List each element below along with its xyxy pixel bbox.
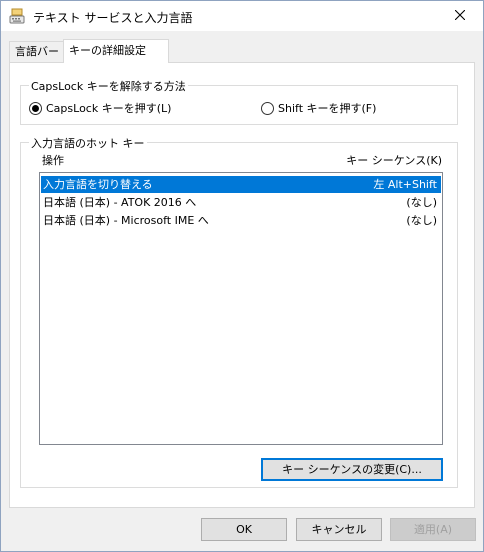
window-title: テキスト サービスと入力言語: [33, 11, 193, 25]
radio-checked-icon: [29, 101, 42, 115]
list-item[interactable]: 日本語 (日本) - Microsoft IME へ (なし): [41, 212, 441, 229]
tab-advanced-key-settings[interactable]: キーの詳細設定: [63, 39, 169, 63]
tab-panel: CapsLock キーを解除する方法 CapsLock キーを押す(L) Shi…: [9, 62, 475, 508]
list-item[interactable]: 入力言語を切り替える 左 Alt+Shift: [41, 176, 441, 193]
list-item-keys: (なし): [406, 214, 437, 227]
radio-shift-label: Shift キーを押す(F): [278, 102, 377, 115]
capslock-group: CapsLock キーを解除する方法 CapsLock キーを押す(L) Shi…: [20, 78, 458, 125]
radio-unchecked-icon: [261, 101, 274, 115]
dialog-window: テキスト サービスと入力言語 言語バー キーの詳細設定 CapsLock キーを…: [0, 0, 484, 552]
radio-shift[interactable]: Shift キーを押す(F): [261, 100, 376, 116]
column-header-key-sequence: キー シーケンス(K): [346, 154, 442, 167]
title-bar[interactable]: テキスト サービスと入力言語: [1, 1, 483, 31]
list-item-action: 日本語 (日本) - ATOK 2016 へ: [43, 196, 197, 209]
hotkey-list[interactable]: 入力言語を切り替える 左 Alt+Shift 日本語 (日本) - ATOK 2…: [39, 172, 443, 445]
apply-button[interactable]: 適用(A): [390, 518, 476, 541]
radio-capslock[interactable]: CapsLock キーを押す(L): [29, 100, 171, 116]
list-item[interactable]: 日本語 (日本) - ATOK 2016 へ (なし): [41, 194, 441, 211]
radio-capslock-label: CapsLock キーを押す(L): [46, 102, 172, 115]
hotkey-group-label: 入力言語のホット キー: [29, 135, 147, 151]
keyboard-icon: [9, 8, 25, 24]
list-item-action: 日本語 (日本) - Microsoft IME へ: [43, 214, 209, 227]
column-header-action: 操作: [42, 154, 64, 167]
list-item-keys: 左 Alt+Shift: [373, 178, 437, 191]
tab-language-bar[interactable]: 言語バー: [9, 41, 65, 62]
ok-button[interactable]: OK: [201, 518, 287, 541]
close-button[interactable]: [437, 1, 483, 31]
list-item-keys: (なし): [406, 196, 437, 209]
list-item-action: 入力言語を切り替える: [43, 178, 153, 191]
capslock-group-label: CapsLock キーを解除する方法: [29, 78, 188, 94]
change-key-sequence-button[interactable]: キー シーケンスの変更(C)...: [261, 458, 443, 481]
close-icon: [454, 9, 466, 23]
cancel-button[interactable]: キャンセル: [296, 518, 382, 541]
